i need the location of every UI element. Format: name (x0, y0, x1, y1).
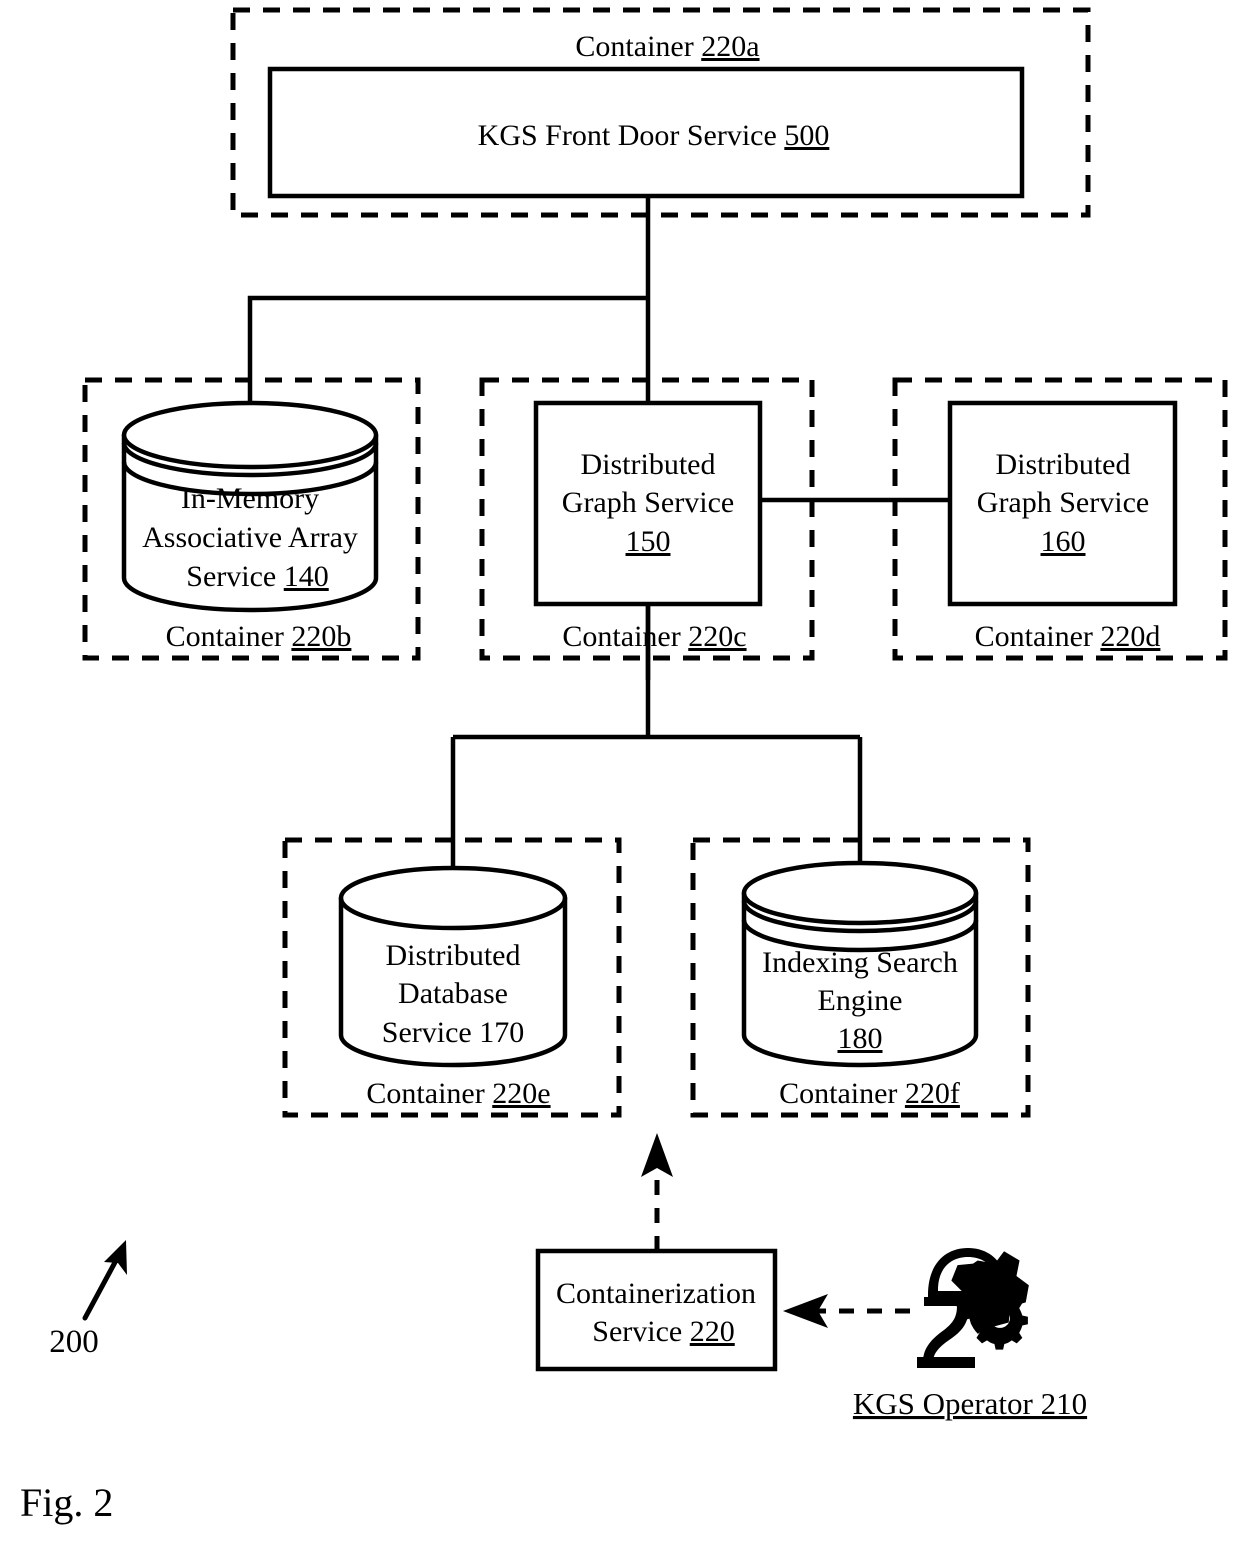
cylinder-top-170 (338, 865, 568, 931)
in-memory-line2: Associative Array (142, 521, 358, 554)
container-220a-label: Container 220a (523, 30, 797, 63)
connector-branch-to-140 (247, 295, 648, 412)
figure-2-diagram: Container 220a KGS Front Door Service 50… (20, 7, 1228, 1525)
kgs-operator[interactable]: KGS Operator 210 (853, 1248, 1087, 1421)
container-220e: Distributed Database Service 170 Contain… (282, 837, 622, 1118)
in-memory-line3: Service 140 (119, 560, 381, 593)
figure-label: Fig. 2 (20, 1480, 113, 1525)
database-170-line1: Distributed (386, 939, 521, 972)
database-170-line3: Service 170 (382, 1016, 524, 1049)
kgs-front-door-service-label: KGS Front Door Service 500 (425, 119, 867, 152)
graph-150-line2: Graph Service (562, 486, 734, 519)
graph-150-ref: 150 (626, 525, 671, 558)
container-220f: Indexing Search Engine 180 Container 220… (690, 837, 1031, 1118)
cylinder-top-140 (121, 400, 379, 470)
arrow-containerization-to-containers (641, 1133, 673, 1251)
container-220b-label: Container 220b (113, 620, 389, 653)
containerization-line2: Service 220 (540, 1315, 772, 1348)
arrow-head-up (641, 1133, 673, 1177)
container-220d-label: Container 220d (922, 620, 1198, 653)
reference-200-label: 200 (49, 1324, 99, 1360)
indexing-search-engine-cylinder[interactable]: Indexing Search Engine 180 (741, 860, 979, 1068)
container-220d: Distributed Graph Service 160 Container … (892, 377, 1228, 661)
figure-reference-200: 200 (49, 1240, 127, 1360)
in-memory-associative-array-service-cylinder[interactable]: In-Memory Associative Array Service 140 (119, 400, 381, 613)
container-220c: Distributed Graph Service 150 Container … (479, 377, 815, 680)
arrow-operator-to-containerization (783, 1294, 910, 1328)
in-memory-line1: In-Memory (181, 482, 319, 515)
container-220e-label: Container 220e (314, 1077, 588, 1110)
database-170-line2: Database (398, 977, 508, 1010)
container-220b: In-Memory Associative Array Service 140 … (82, 377, 421, 661)
container-220a: Container 220a KGS Front Door Service 50… (230, 7, 1091, 218)
graph-160-line2: Graph Service (977, 486, 1149, 519)
kgs-operator-label: KGS Operator 210 (853, 1386, 1087, 1421)
search-180-ref: 180 (838, 1022, 883, 1055)
operator-gear-icon (917, 1248, 1029, 1368)
container-220f-label: Container 220f (727, 1077, 998, 1110)
graph-160-line1: Distributed (996, 448, 1131, 481)
search-180-line1: Indexing Search (762, 946, 958, 979)
reference-200-arrow-head (104, 1240, 127, 1275)
containerization-service-box[interactable] (535, 1248, 778, 1372)
graph-160-ref: 160 (1041, 525, 1086, 558)
containerization-line1: Containerization (556, 1277, 756, 1310)
containerization-service[interactable]: Containerization Service 220 (535, 1248, 778, 1372)
cylinder-top-180 (741, 860, 979, 926)
search-180-line2: Engine (818, 984, 903, 1017)
graph-150-line1: Distributed (581, 448, 716, 481)
distributed-database-service-cylinder[interactable]: Distributed Database Service 170 (338, 865, 568, 1068)
